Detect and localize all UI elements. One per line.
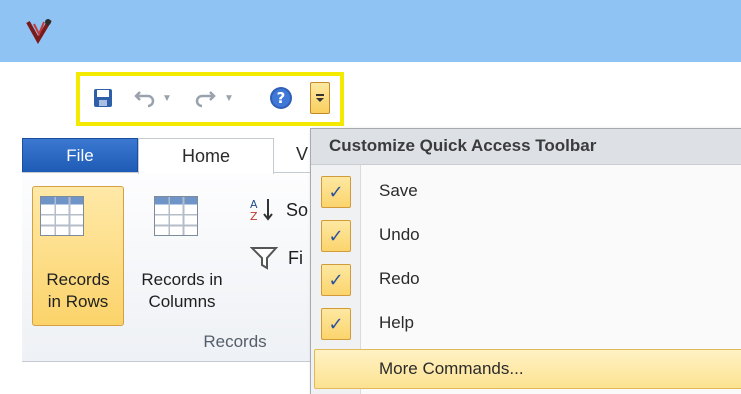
menu-item-label: Help — [379, 313, 414, 332]
qat-redo-button[interactable] — [192, 84, 218, 112]
sort-az-icon[interactable]: A Z — [248, 196, 282, 222]
records-in-columns-label-line1[interactable]: Records in — [126, 270, 238, 290]
tab-file[interactable]: File — [22, 138, 138, 172]
redo-icon — [195, 91, 216, 108]
checkmark-icon: ✓ — [321, 264, 351, 296]
records-in-rows-label-line1: Records — [46, 270, 110, 289]
access-logo-icon[interactable] — [24, 16, 54, 46]
customize-qat-button[interactable] — [310, 82, 330, 114]
menu-item-help[interactable]: ✓ Help — [311, 302, 741, 346]
redo-dropdown-icon[interactable]: ▼ — [222, 84, 236, 112]
filter-icon[interactable] — [250, 246, 280, 270]
undo-icon — [134, 91, 155, 108]
save-icon — [94, 89, 112, 107]
menu-item-label: More Commands... — [379, 359, 524, 378]
menu-item-label: Save — [379, 181, 418, 200]
checkmark-icon: ✓ — [321, 176, 351, 208]
checkmark-icon: ✓ — [321, 308, 351, 340]
records-in-rows-label-line2: in Rows — [47, 292, 109, 311]
menu-item-label: Undo — [379, 225, 420, 244]
menu-item-more-commands[interactable]: More Commands... — [314, 349, 741, 389]
sort-label[interactable]: So — [286, 200, 308, 221]
customize-dropdown-icon — [316, 94, 324, 102]
records-group-label: Records — [203, 332, 267, 351]
records-in-columns-icon[interactable] — [154, 196, 198, 236]
menu-title: Customize Quick Access Toolbar — [311, 129, 741, 165]
qat-help-button[interactable]: ? — [266, 84, 296, 112]
svg-text:?: ? — [277, 89, 286, 107]
records-in-columns-label-line2[interactable]: Columns — [126, 292, 238, 312]
help-icon: ? — [270, 87, 292, 109]
tab-home[interactable]: Home — [138, 138, 274, 174]
menu-item-redo[interactable]: ✓ Redo — [311, 258, 741, 302]
menu-item-save[interactable]: ✓ Save — [311, 170, 741, 214]
menu-item-label: Redo — [379, 269, 420, 288]
records-in-rows-icon — [40, 196, 84, 236]
filter-label[interactable]: Fi — [288, 248, 303, 269]
undo-dropdown-icon[interactable]: ▼ — [160, 84, 174, 112]
qat-undo-button[interactable] — [132, 84, 158, 112]
svg-text:Z: Z — [250, 210, 258, 222]
qat-save-button[interactable] — [90, 84, 116, 112]
menu-item-undo[interactable]: ✓ Undo — [311, 214, 741, 258]
checkmark-icon: ✓ — [321, 220, 351, 252]
tab-view[interactable]: V — [296, 144, 308, 165]
title-bar — [0, 0, 741, 62]
